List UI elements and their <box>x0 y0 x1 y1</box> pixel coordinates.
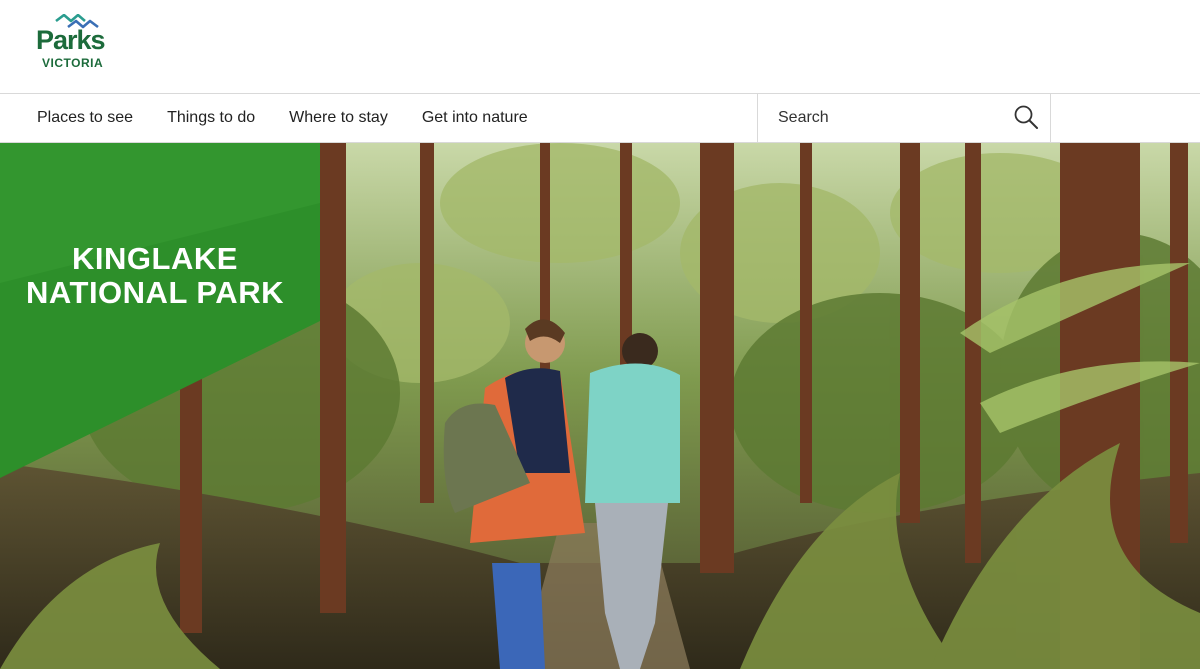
logo-subtitle: VICTORIA <box>42 56 104 70</box>
nav-item-places-to-see[interactable]: Places to see <box>20 94 150 142</box>
logo-wordmark: Parks <box>36 25 106 55</box>
site-header: Parks VICTORIA <box>0 0 1200 94</box>
nav-item-get-into-nature[interactable]: Get into nature <box>405 94 545 142</box>
main-navigation: Places to see Things to do Where to stay… <box>0 94 1200 143</box>
park-title-line1: KINGLAKE <box>72 241 238 276</box>
park-title-line2: NATIONAL PARK <box>26 275 284 310</box>
nav-item-things-to-do[interactable]: Things to do <box>150 94 272 142</box>
nav-item-where-to-stay[interactable]: Where to stay <box>272 94 405 142</box>
parks-victoria-logo[interactable]: Parks VICTORIA <box>36 14 126 72</box>
search-button[interactable] <box>1012 104 1040 132</box>
search-input[interactable] <box>778 105 998 131</box>
nav-list: Places to see Things to do Where to stay… <box>20 94 545 142</box>
park-title-banner <box>0 143 320 478</box>
park-title: KINGLAKE NATIONAL PARK <box>10 242 300 310</box>
search-icon <box>1014 105 1038 129</box>
search-box <box>757 94 1051 142</box>
